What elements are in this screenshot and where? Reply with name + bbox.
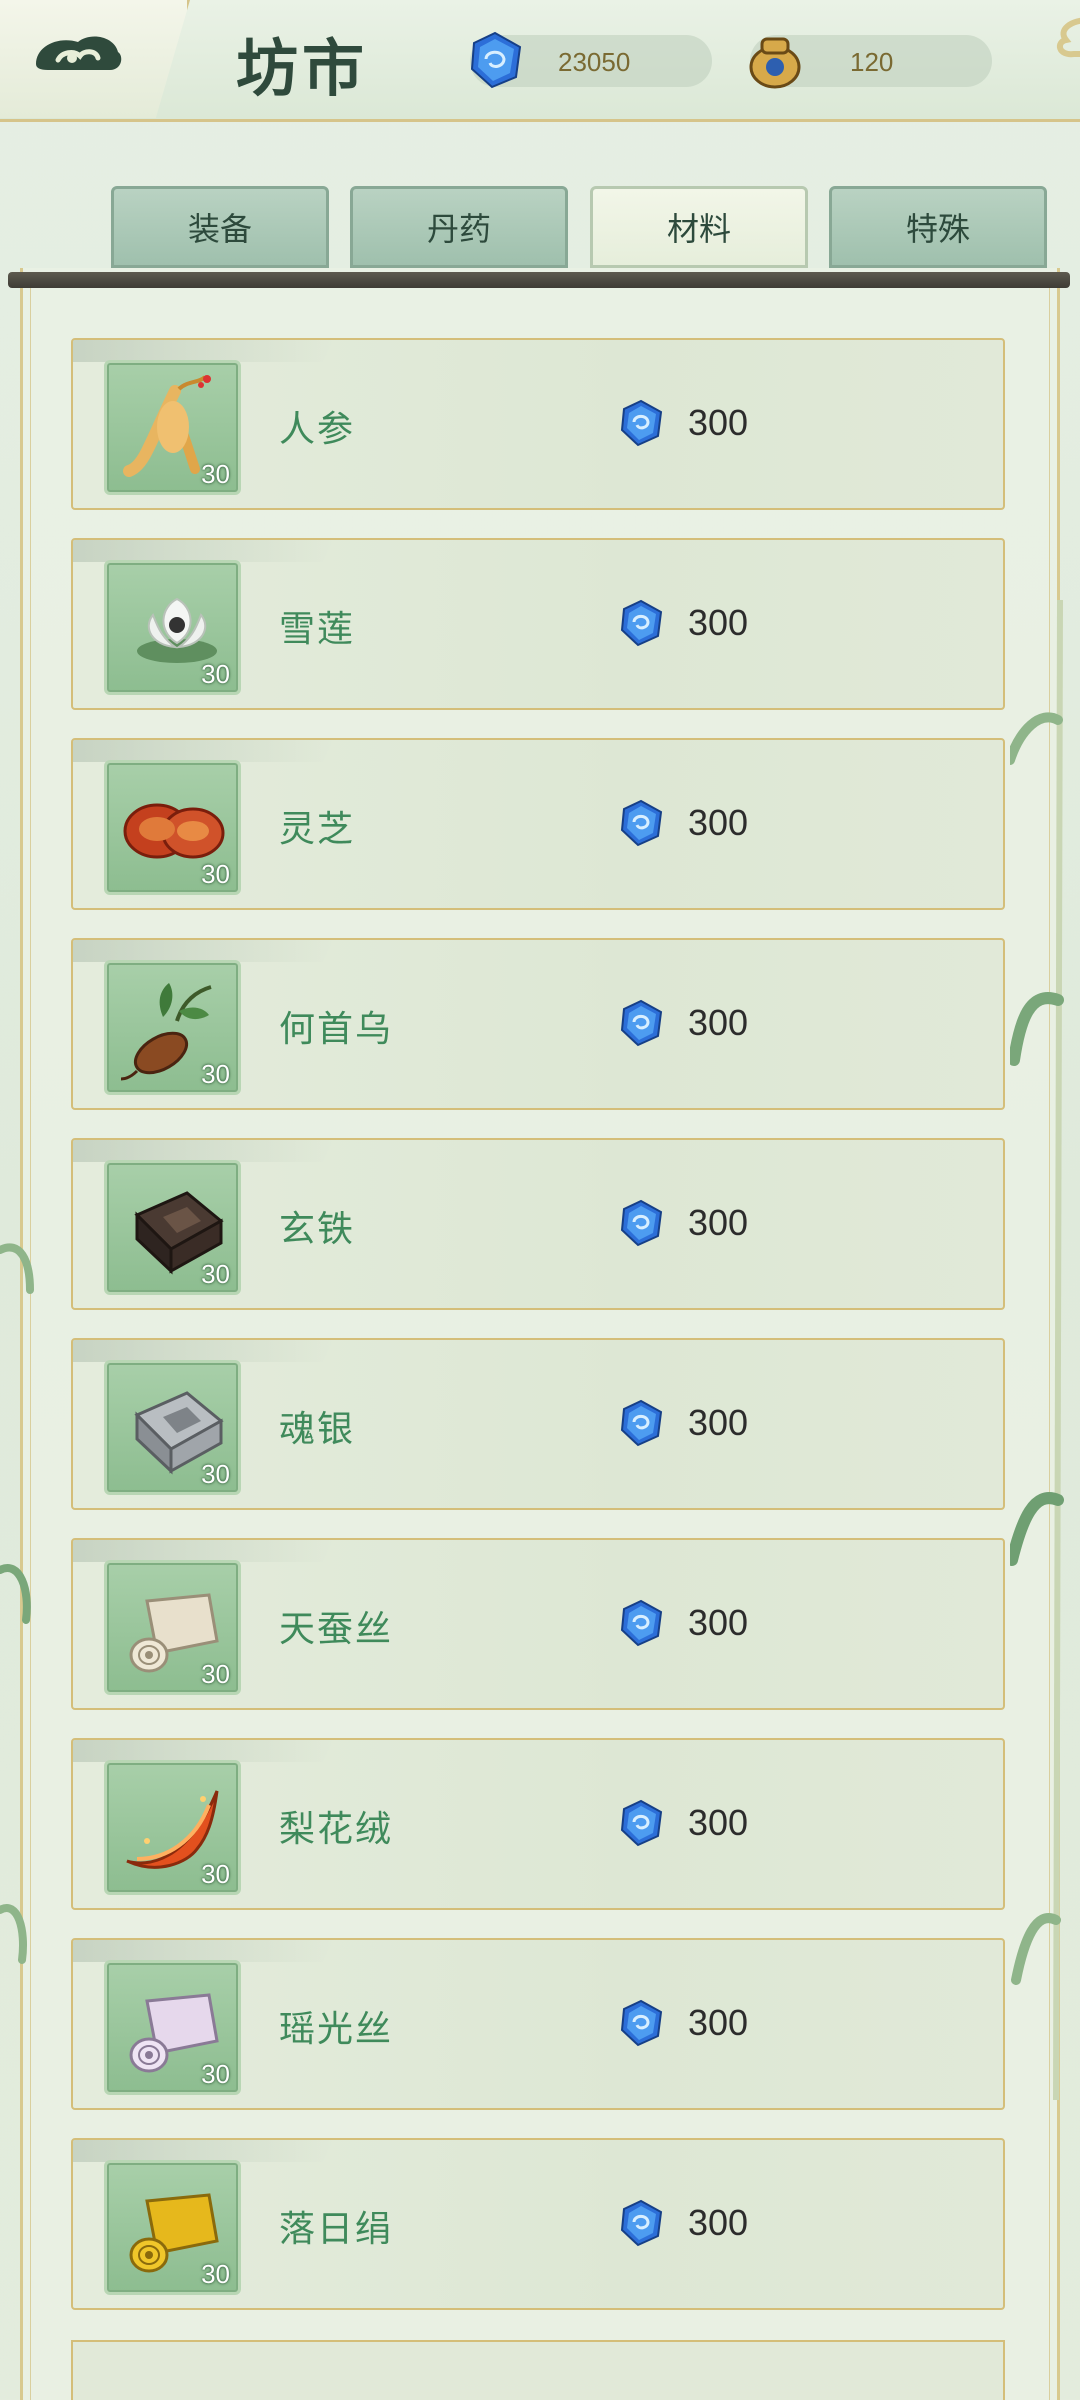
item-icon-frame: 30 (104, 360, 241, 495)
token-balance: 120 (749, 35, 992, 89)
item-quantity: 30 (201, 1859, 230, 1889)
top-bar: 坊市 23050 120 (0, 0, 1080, 122)
pouch-icon (749, 37, 801, 89)
blue-gem-icon (620, 2199, 663, 2247)
page-title: 坊市 (236, 32, 369, 105)
list-item[interactable]: 30 魂银 300 (71, 1338, 1005, 1510)
item-icon-frame: 30 (104, 1960, 241, 2095)
item-name: 天蚕丝 (279, 1609, 394, 1650)
item-quantity: 30 (201, 1659, 230, 1689)
item-name: 雪莲 (279, 609, 356, 650)
item-icon-frame: 30 (104, 1360, 241, 1495)
item-price: 300 (688, 1002, 749, 1043)
blue-gem-icon (620, 1999, 663, 2047)
item-name: 落日绢 (279, 2209, 394, 2250)
item-quantity: 30 (201, 2259, 230, 2289)
item-price: 300 (688, 602, 749, 643)
blue-gem-icon (620, 1799, 663, 1847)
item-price: 300 (688, 1202, 749, 1243)
item-icon-frame: 30 (104, 1160, 241, 1295)
item-price: 300 (688, 802, 749, 843)
spirit-stone-amount: 23050 (558, 47, 631, 77)
bamboo-decoration-icon (1010, 600, 1064, 2100)
tab-pills[interactable]: 丹药 (350, 186, 568, 268)
cloud-decoration-icon (1056, 17, 1080, 58)
item-quantity: 30 (201, 2059, 230, 2089)
tab-materials[interactable]: 材料 (590, 186, 808, 268)
item-quantity: 30 (201, 1459, 230, 1489)
item-name: 瑶光丝 (279, 2009, 394, 2050)
list-item[interactable]: 30 瑶光丝 300 (71, 1938, 1005, 2110)
blue-gem-icon (620, 999, 663, 1047)
item-icon-frame: 30 (104, 1560, 241, 1695)
item-icon-frame: 30 (104, 960, 241, 1095)
item-quantity: 30 (201, 1259, 230, 1289)
list-item[interactable]: 30 天蚕丝 300 (71, 1538, 1005, 1710)
item-price: 300 (688, 1402, 749, 1443)
list-item[interactable]: 30 雪莲 300 (71, 538, 1005, 710)
item-price: 300 (688, 1802, 749, 1843)
list-item[interactable]: 30 落日绢 300 (71, 2138, 1005, 2310)
item-icon-frame: 30 (104, 1760, 241, 1895)
blue-gem-icon (620, 1599, 663, 1647)
item-name: 何首乌 (279, 1009, 394, 1050)
item-quantity: 30 (201, 659, 230, 689)
spirit-stone-balance: 23050 (470, 31, 712, 89)
item-price: 300 (688, 2002, 749, 2043)
blue-gem-icon (620, 399, 663, 447)
scroll-rod (8, 272, 1070, 288)
item-quantity: 30 (201, 1059, 230, 1089)
list-item[interactable]: 30 玄铁 300 (71, 1138, 1005, 1310)
item-name: 人参 (279, 409, 356, 450)
token-amount: 120 (850, 47, 894, 77)
item-name: 魂银 (279, 1409, 356, 1450)
item-icon-frame: 30 (104, 760, 241, 895)
item-icon-frame: 30 (104, 560, 241, 695)
list-item[interactable]: 30 人参 300 (71, 338, 1005, 510)
list-item[interactable]: 30 何首乌 300 (71, 938, 1005, 1110)
blue-gem-icon (620, 1399, 663, 1447)
blue-gem-icon (620, 1199, 663, 1247)
item-quantity: 30 (201, 859, 230, 889)
back-button[interactable] (0, 0, 190, 118)
list-item[interactable]: 30 梨花绒 300 (71, 1738, 1005, 1910)
bamboo-leaves-left-icon (0, 1243, 34, 1964)
list-item[interactable] (71, 2340, 1005, 2400)
item-name: 灵芝 (279, 809, 356, 850)
item-name: 梨花绒 (279, 1809, 394, 1850)
blue-gem-icon (620, 599, 663, 647)
tab-special[interactable]: 特殊 (829, 186, 1047, 268)
tab-equipment[interactable]: 装备 (111, 186, 329, 268)
item-price: 300 (688, 402, 749, 443)
blue-gem-icon (470, 31, 522, 89)
list-item[interactable]: 30 灵芝 300 (71, 738, 1005, 910)
cloud-back-icon (36, 36, 122, 70)
item-quantity: 30 (201, 459, 230, 489)
blue-gem-icon (620, 799, 663, 847)
item-name: 玄铁 (279, 1209, 356, 1250)
item-price: 300 (688, 2202, 749, 2243)
item-icon-frame: 30 (104, 2160, 241, 2295)
item-price: 300 (688, 1602, 749, 1643)
